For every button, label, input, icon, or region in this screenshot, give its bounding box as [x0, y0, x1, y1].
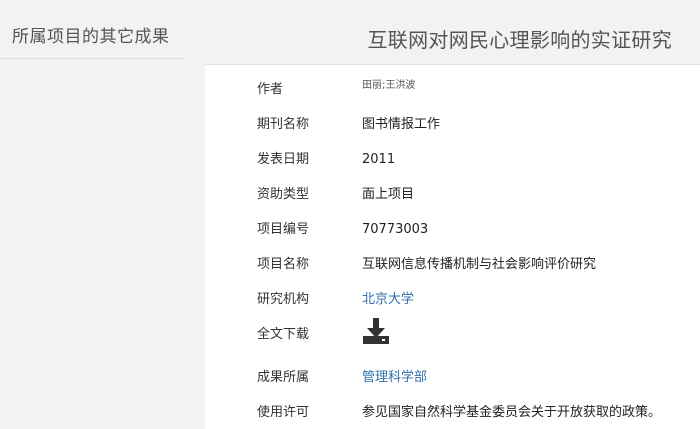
authors-label: 作者 — [257, 82, 284, 97]
download-icon[interactable] — [362, 317, 390, 345]
institution-label: 研究机构 — [257, 292, 310, 307]
details-card: 作者 田丽;王洪波 期刊名称 图书情报工作 发表日期 2011 资助类型 面上项… — [205, 64, 700, 429]
department-label: 成果所属 — [257, 370, 310, 385]
sidebar-divider — [0, 58, 184, 59]
main-content: 互联网对网民心理影响的实证研究 作者 田丽;王洪波 期刊名称 图书情报工作 发表… — [205, 0, 700, 429]
license-label: 使用许可 — [257, 405, 310, 420]
sidebar: 所属项目的其它成果 — [0, 0, 184, 428]
sidebar-title: 所属项目的其它成果 — [12, 27, 170, 47]
authors-value: 田丽;王洪波 — [362, 80, 416, 91]
project-name-label: 项目名称 — [257, 257, 310, 272]
year-label: 发表日期 — [257, 152, 310, 167]
page-title: 互联网对网民心理影响的实证研究 — [367, 28, 672, 52]
project-number-label: 项目编号 — [257, 222, 310, 237]
funding-type-label: 资助类型 — [257, 187, 310, 202]
project-name-value: 互联网信息传播机制与社会影响评价研究 — [362, 257, 597, 272]
license-value: 参见国家自然科学基金委员会关于开放获取的政策。 — [362, 405, 662, 420]
institution-link[interactable]: 北京大学 — [362, 290, 414, 310]
journal-label: 期刊名称 — [257, 117, 310, 132]
funding-type-value: 面上项目 — [362, 187, 415, 202]
year-value: 2011 — [362, 152, 396, 167]
download-label: 全文下载 — [257, 327, 310, 342]
department-link[interactable]: 管理科学部 — [362, 368, 427, 388]
project-number-value: 70773003 — [362, 222, 429, 237]
journal-value: 图书情报工作 — [362, 117, 441, 132]
